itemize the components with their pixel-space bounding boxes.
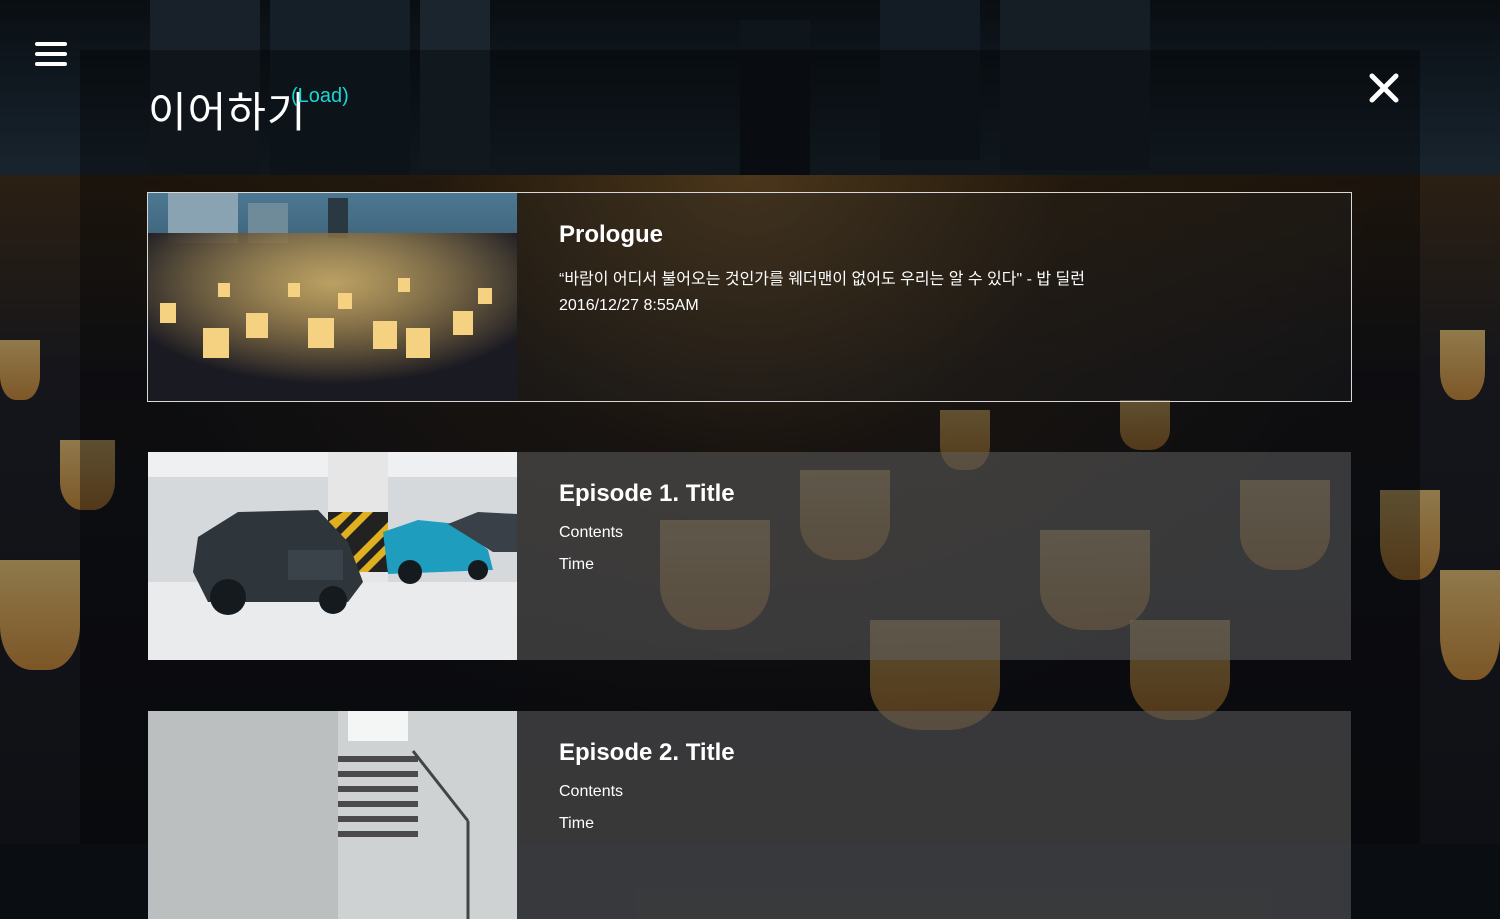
slot-title: Prologue [559,221,664,248]
slot-title: Episode 2. Title [559,739,735,766]
slot-time: 2016/12/27 8:55AM [559,297,699,314]
page-title: 이어하기 [148,88,307,137]
close-button[interactable] [1366,70,1402,106]
slot-time: Time [559,556,594,573]
slot-thumbnail [148,711,517,919]
slot-time: Time [559,815,594,832]
save-slot-episode-2[interactable]: Episode 2. Title Contents Time [148,711,1351,919]
slot-description: “바람이 어디서 불어오는 것인가를 웨더맨이 없어도 우리는 알 수 있다" … [559,271,1086,288]
slot-thumbnail [148,193,517,401]
slot-thumbnail [148,452,517,660]
slot-description: Contents [559,783,624,800]
page-subtitle: (Load) [291,85,349,107]
menu-button[interactable] [35,42,67,68]
close-icon [1369,73,1399,103]
slot-title: Episode 1. Title [559,480,735,507]
save-slot-episode-1[interactable]: Episode 1. Title Contents Time [148,452,1351,660]
slot-description: Contents [559,524,624,541]
save-slot-prologue[interactable]: Prologue “바람이 어디서 불어오는 것인가를 웨더맨이 없어도 우리는… [147,192,1352,402]
